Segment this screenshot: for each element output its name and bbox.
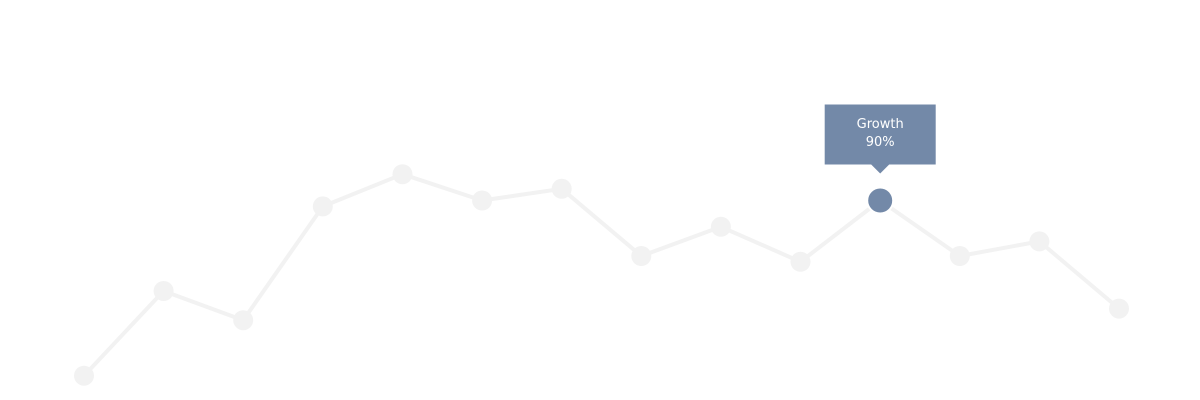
- data-point[interactable]: [551, 178, 572, 199]
- data-point[interactable]: [631, 246, 652, 266]
- tooltip-label: Growth: [856, 116, 904, 132]
- tooltip-value: 90%: [865, 134, 895, 150]
- data-point[interactable]: [233, 310, 254, 331]
- series-layer: [82, 172, 1121, 378]
- data-point[interactable]: [1029, 231, 1050, 252]
- tooltip: Growth 90%: [825, 105, 936, 165]
- data-point[interactable]: [790, 251, 811, 272]
- data-point[interactable]: [1109, 298, 1129, 319]
- points-layer: [74, 164, 1129, 386]
- data-point[interactable]: [710, 216, 731, 237]
- data-point[interactable]: [472, 190, 493, 211]
- data-point[interactable]: [392, 164, 413, 185]
- data-point-highlight[interactable]: [866, 186, 895, 215]
- line-chart: [74, 104, 1129, 386]
- data-point[interactable]: [949, 246, 970, 266]
- series-line: [82, 172, 1121, 378]
- tooltip-pointer: [871, 164, 890, 174]
- data-point[interactable]: [312, 196, 333, 217]
- data-point[interactable]: [74, 365, 94, 386]
- data-point[interactable]: [153, 281, 174, 301]
